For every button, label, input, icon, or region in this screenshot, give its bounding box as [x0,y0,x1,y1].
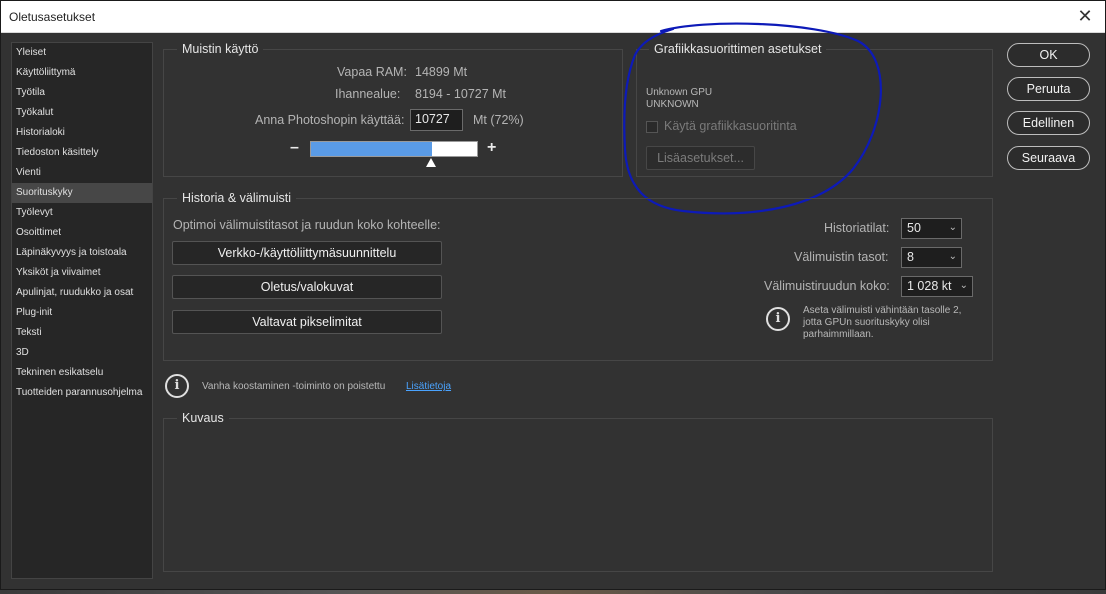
previous-button[interactable]: Edellinen [1007,111,1090,135]
allow-memory-label: Anna Photoshopin käyttää: [255,113,405,127]
cache-levels-select[interactable]: 8 ⌄ [901,247,962,268]
optimize-label: Optimoi välimuistitasot ja ruudun koko k… [173,218,441,232]
learn-more-link[interactable]: Lisätietoja [406,381,451,392]
annotation-circle [623,22,882,215]
slider-minus-button[interactable]: – [290,139,299,157]
info-icon: i [165,374,189,398]
sidebar-item-tyotila[interactable]: Työtila [12,83,152,103]
sidebar-item-apulinjat[interactable]: Apulinjat, ruudukko ja osat [12,283,152,303]
description-group [163,418,993,572]
history-states-label: Historiatilat: [824,221,890,235]
sidebar-item-historialoki[interactable]: Historialoki [12,123,152,143]
cache-levels-value: 8 [907,250,914,264]
sidebar-item-plug-init[interactable]: Plug-init [12,303,152,323]
sidebar-item-teksti[interactable]: Teksti [12,323,152,343]
info-icon: i [766,307,790,331]
sidebar-item-yksikot[interactable]: Yksiköt ja viivaimet [12,263,152,283]
memory-unit-label: Mt (72%) [473,113,524,127]
history-states-select[interactable]: 50 ⌄ [901,218,962,239]
ideal-range-value: 8194 - 10727 Mt [415,87,507,101]
sidebar-item-lapinakyvyys[interactable]: Läpinäkyvyys ja toistoala [12,243,152,263]
sidebar-item-kayttoliittyma[interactable]: Käyttöliittymä [12,63,152,83]
sidebar-item-osoittimet[interactable]: Osoittimet [12,223,152,243]
ok-button[interactable]: OK [1007,43,1090,67]
chevron-down-icon: ⌄ [959,280,968,291]
sidebar-item-tuotteiden-parannusohjelma[interactable]: Tuotteiden parannusohjelma [12,383,152,403]
sidebar-item-tekninen-esikatselu[interactable]: Tekninen esikatselu [12,363,152,383]
preferences-dialog: Oletusasetukset ✕ Yleiset Käyttöliittymä… [0,0,1106,590]
history-states-value: 50 [907,221,921,235]
sidebar-item-suorituskyky[interactable]: Suorituskyky [12,183,152,203]
history-cache-title: Historia & välimuisti [177,191,297,205]
sidebar-item-tiedoston-kasittely[interactable]: Tiedoston käsittely [12,143,152,163]
sidebar-item-vienti[interactable]: Vienti [12,163,152,183]
cache-tile-size-value: 1 028 kt [907,279,952,293]
title-bar: Oletusasetukset ✕ [1,1,1105,33]
description-title: Kuvaus [177,411,229,425]
cache-levels-label: Välimuistin tasot: [794,250,889,264]
ideal-range-label: Ihannealue: [335,87,401,101]
memory-amount-input[interactable]: 10727 [410,109,463,131]
cache-info-line-2: jotta GPUn suorituskyky olisi [803,317,930,328]
cancel-button[interactable]: Peruuta [1007,77,1090,101]
chevron-down-icon: ⌄ [948,251,957,262]
free-ram-label: Vapaa RAM: [337,65,407,79]
sidebar-item-tyolevyt[interactable]: Työlevyt [12,203,152,223]
sidebar-item-yleiset[interactable]: Yleiset [12,43,152,63]
preferences-sidebar: Yleiset Käyttöliittymä Työtila Työkalut … [11,42,153,579]
close-icon[interactable]: ✕ [1075,6,1095,26]
cache-info-line-3: parhaimmillaan. [803,329,874,340]
cache-info-line-1: Aseta välimuisti vähintään tasolle 2, [803,305,962,316]
chevron-down-icon: ⌄ [948,222,957,233]
background-strip [0,590,1106,594]
sidebar-item-tyokalut[interactable]: Työkalut [12,103,152,123]
legacy-compositing-notice: Vanha koostaminen -toiminto on poistettu [202,381,386,392]
cache-tile-size-label: Välimuistiruudun koko: [764,279,890,293]
preset-default-photos-button[interactable]: Oletus/valokuvat [172,275,442,299]
next-button[interactable]: Seuraava [1007,146,1090,170]
memory-usage-title: Muistin käyttö [177,42,264,56]
preset-web-ui-button[interactable]: Verkko-/käyttöliittymäsuunnittelu [172,241,442,265]
preset-huge-pixels-button[interactable]: Valtavat pikselimitat [172,310,442,334]
memory-slider-fill [311,142,432,156]
memory-slider[interactable] [310,141,478,157]
memory-slider-thumb[interactable] [425,158,436,167]
sidebar-item-3d[interactable]: 3D [12,343,152,363]
free-ram-value: 14899 Mt [415,65,468,79]
cache-tile-size-select[interactable]: 1 028 kt ⌄ [901,276,973,297]
slider-plus-button[interactable]: + [487,139,496,157]
window-title: Oletusasetukset [9,10,96,24]
